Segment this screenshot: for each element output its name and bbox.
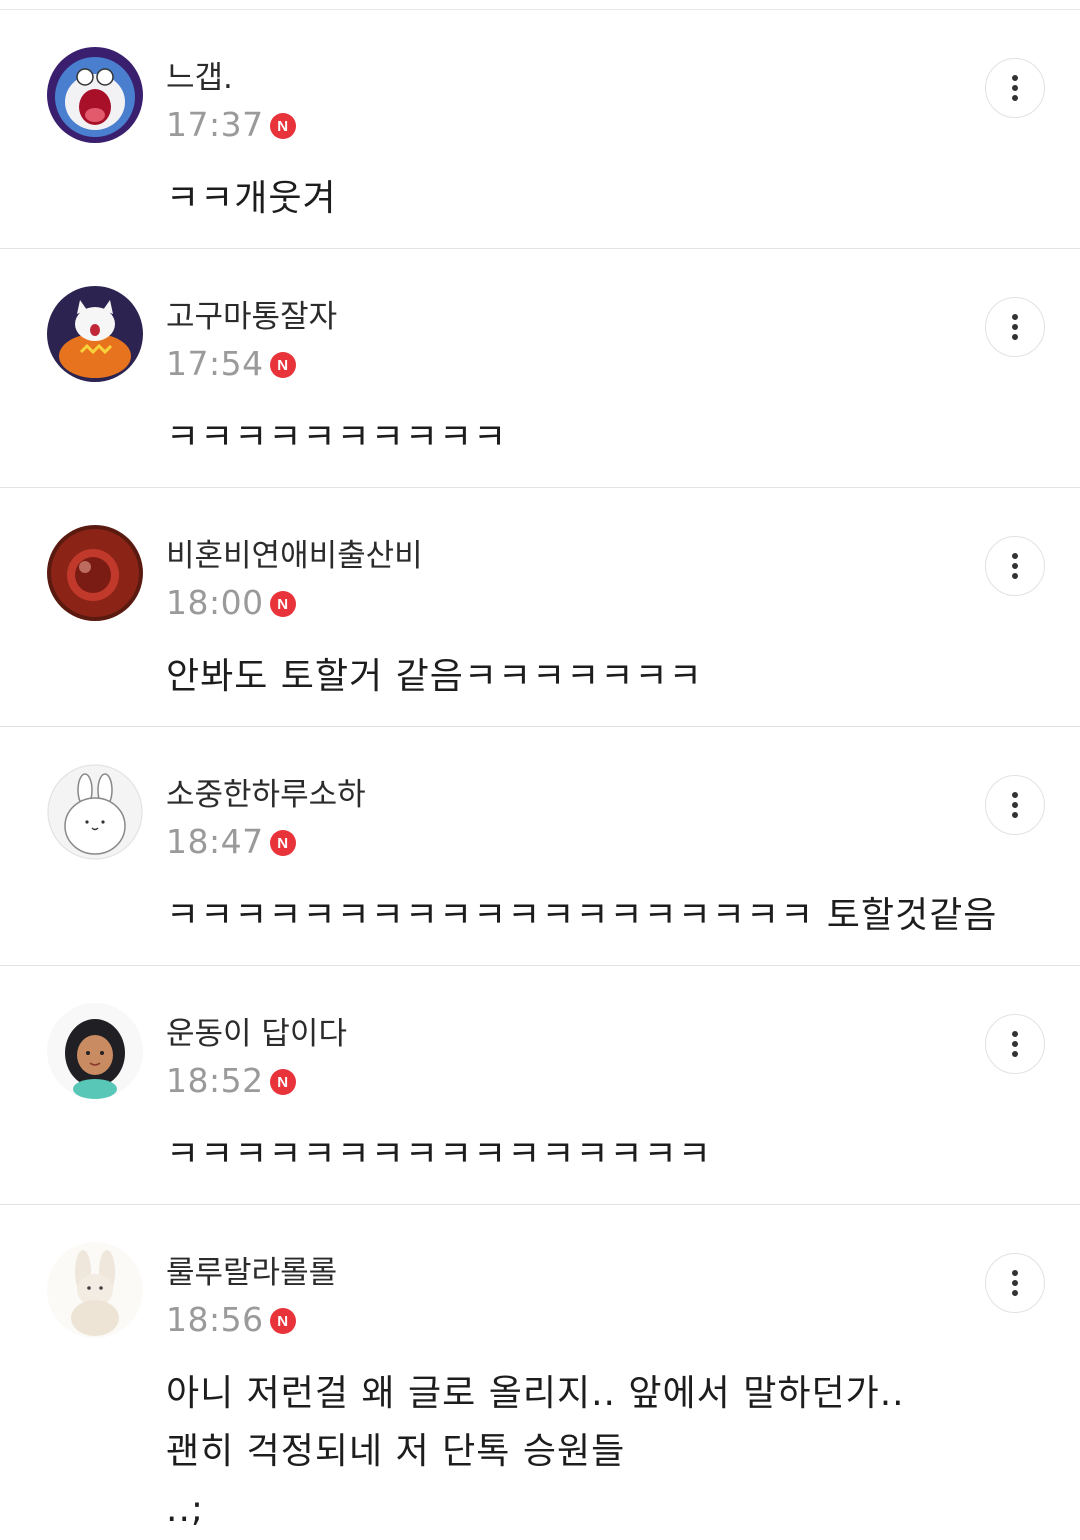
nickname[interactable]: 룰루랄라롤롤: [166, 1253, 337, 1293]
comment-time: 18:00: [166, 583, 264, 622]
redaction-mark: [440, 528, 590, 568]
new-badge: N: [269, 113, 296, 139]
new-badge: N: [269, 352, 296, 378]
nickname[interactable]: 느갭.: [166, 58, 233, 98]
doraemon-avatar-icon: [47, 47, 143, 143]
comment-time: 18:56: [166, 1300, 264, 1339]
avatar[interactable]: [47, 764, 143, 860]
cat-pumpkin-avatar-icon: [47, 286, 143, 382]
comment-item: 느갭. 17:37 N ㅋㅋ개웃겨: [0, 10, 1080, 249]
more-options-button[interactable]: [985, 1014, 1045, 1074]
comment-item: 고구마통잘자 17:54 N ㅋㅋㅋㅋㅋㅋㅋㅋㅋㅋ: [0, 249, 1080, 488]
timestamp-row: 18:56 N: [166, 1300, 296, 1340]
more-dot-icon: [1012, 553, 1018, 559]
more-dot-icon: [1012, 314, 1018, 320]
comment-text: ㅋㅋ개웃겨: [166, 178, 337, 219]
more-dot-icon: [1012, 1290, 1018, 1296]
comment-text: ㅋㅋㅋㅋㅋㅋㅋㅋㅋㅋㅋㅋㅋㅋㅋㅋㅋㅋㅋ 토할것같음: [166, 895, 998, 936]
red-ornament-avatar-icon: [47, 525, 143, 621]
more-dot-icon: [1012, 1270, 1018, 1276]
more-options-button[interactable]: [985, 1253, 1045, 1313]
new-badge: N: [269, 1308, 296, 1334]
more-options-button[interactable]: [985, 58, 1045, 118]
comment-time: 17:37: [166, 105, 264, 144]
comment-text: 아니 저런걸 왜 글로 올리지.. 앞에서 말하던가.. 괜히 걱정되네 저 단…: [166, 1373, 905, 1530]
avatar[interactable]: [47, 525, 143, 621]
new-badge: N: [269, 1069, 296, 1095]
comment-text: 안봐도 토할거 같음ㅋㅋㅋㅋㅋㅋㅋ: [166, 656, 703, 697]
comment-item: 룰루랄라롤롤 18:56 N 아니 저런걸 왜 글로 올리지.. 앞에서 말하던…: [0, 1205, 1080, 1530]
comment-text: ㅋㅋㅋㅋㅋㅋㅋㅋㅋㅋㅋㅋㅋㅋㅋㅋ: [166, 1134, 712, 1175]
comment-item: 소중한하루소하 18:47 N ㅋㅋㅋㅋㅋㅋㅋㅋㅋㅋㅋㅋㅋㅋㅋㅋㅋㅋㅋ 토할것같…: [0, 727, 1080, 966]
timestamp-row: 18:47 N: [166, 822, 296, 862]
more-dot-icon: [1012, 95, 1018, 101]
plush-bunny-avatar-icon: [47, 1242, 143, 1338]
more-dot-icon: [1012, 812, 1018, 818]
nickname[interactable]: 고구마통잘자: [166, 297, 337, 337]
more-options-button[interactable]: [985, 297, 1045, 357]
more-dot-icon: [1012, 573, 1018, 579]
more-dot-icon: [1012, 563, 1018, 569]
new-badge: N: [269, 591, 296, 617]
more-dot-icon: [1012, 324, 1018, 330]
more-dot-icon: [1012, 1041, 1018, 1047]
new-badge: N: [269, 830, 296, 856]
comment-time: 18:52: [166, 1061, 264, 1100]
top-divider: [0, 0, 1080, 10]
comment-text: ㅋㅋㅋㅋㅋㅋㅋㅋㅋㅋ: [166, 417, 508, 458]
timestamp-row: 18:00 N: [166, 583, 296, 623]
nickname[interactable]: 비혼비연애비출산비: [166, 536, 423, 576]
more-dot-icon: [1012, 85, 1018, 91]
more-dot-icon: [1012, 802, 1018, 808]
avatar[interactable]: [47, 1242, 143, 1338]
more-dot-icon: [1012, 792, 1018, 798]
comment-time: 17:54: [166, 344, 264, 383]
comment-time: 18:47: [166, 822, 264, 861]
more-dot-icon: [1012, 1051, 1018, 1057]
more-dot-icon: [1012, 1280, 1018, 1286]
bunny-avatar-icon: [47, 764, 143, 860]
nickname[interactable]: 소중한하루소하: [166, 775, 366, 815]
timestamp-row: 17:54 N: [166, 344, 296, 384]
avatar[interactable]: [47, 286, 143, 382]
princess-avatar-icon: [47, 1003, 143, 1099]
more-dot-icon: [1012, 334, 1018, 340]
avatar[interactable]: [47, 1003, 143, 1099]
more-dot-icon: [1012, 1031, 1018, 1037]
nickname[interactable]: 운동이 답이다: [166, 1014, 347, 1054]
more-options-button[interactable]: [985, 775, 1045, 835]
avatar[interactable]: [47, 47, 143, 143]
timestamp-row: 18:52 N: [166, 1061, 296, 1101]
comment-item: 운동이 답이다 18:52 N ㅋㅋㅋㅋㅋㅋㅋㅋㅋㅋㅋㅋㅋㅋㅋㅋ: [0, 966, 1080, 1205]
more-options-button[interactable]: [985, 536, 1045, 596]
timestamp-row: 17:37 N: [166, 105, 296, 145]
comment-item: 비혼비연애비출산비 18:00 N 안봐도 토할거 같음ㅋㅋㅋㅋㅋㅋㅋ: [0, 488, 1080, 727]
more-dot-icon: [1012, 75, 1018, 81]
